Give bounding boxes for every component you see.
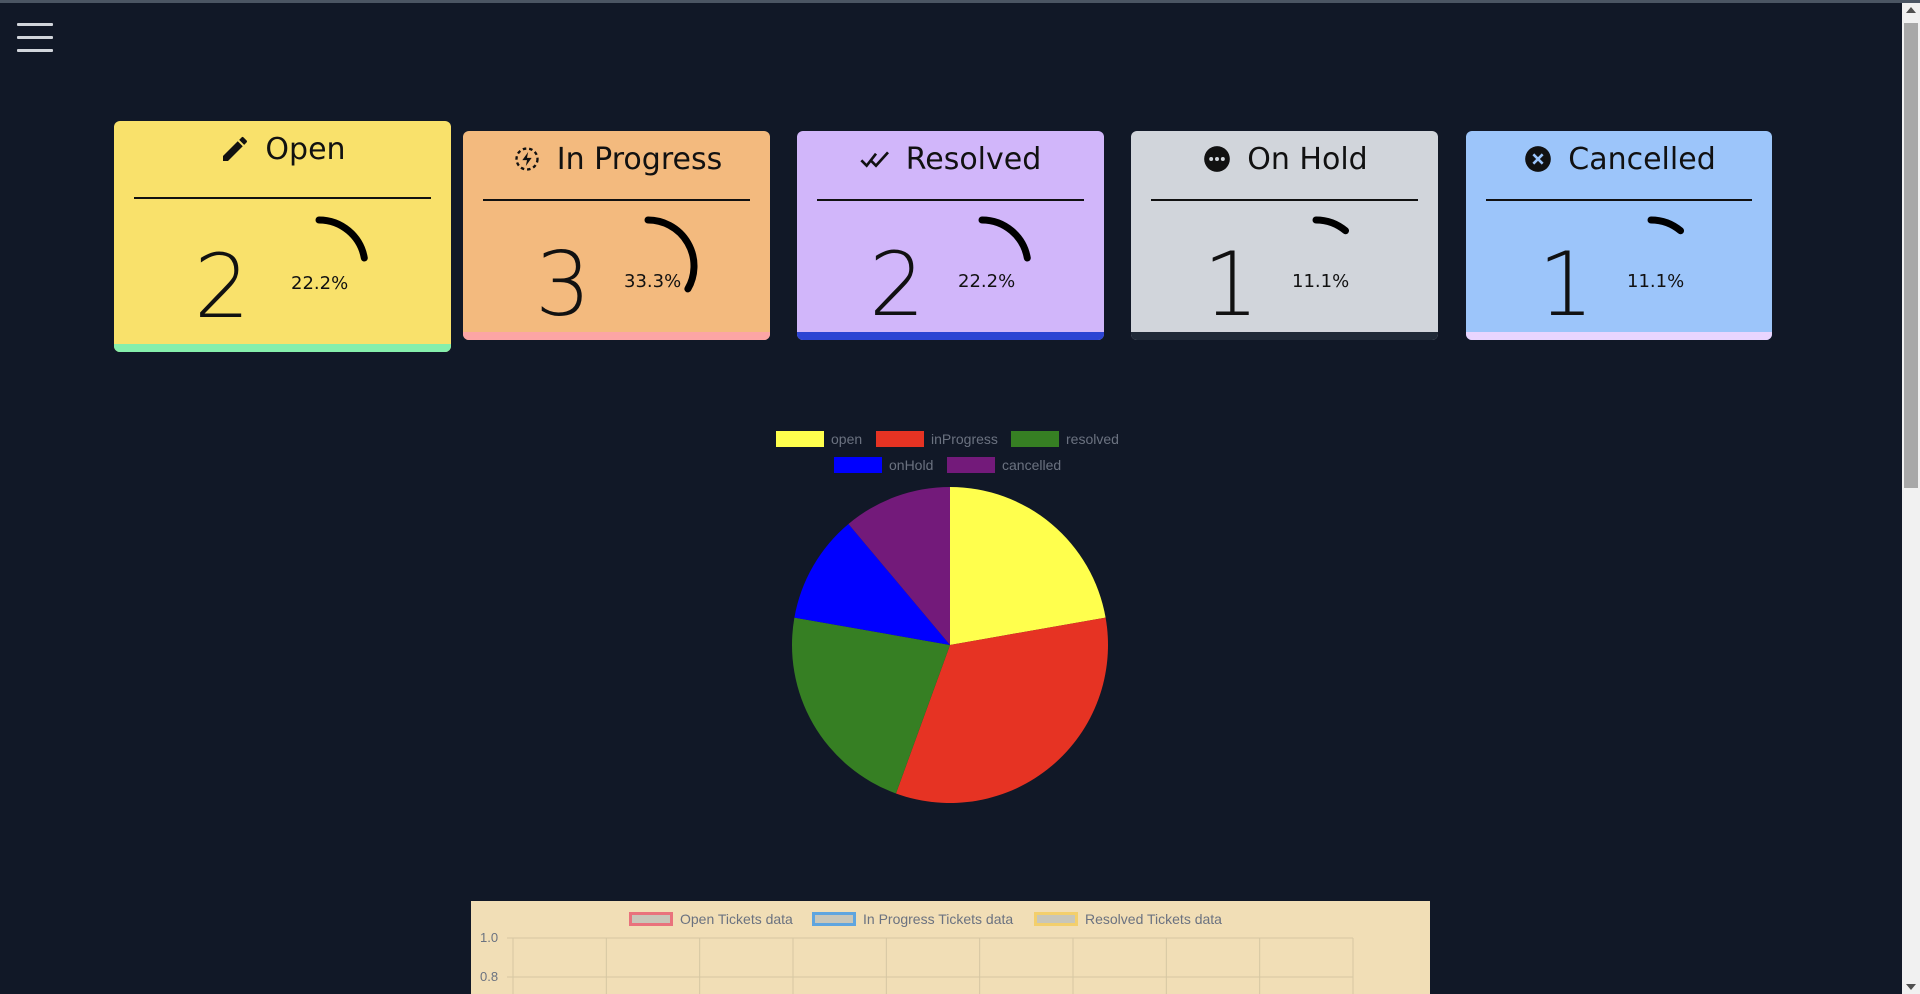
status-pie-chart [792,487,1108,803]
scroll-down-arrow-icon[interactable] [1906,984,1916,990]
legend-swatch [876,431,924,447]
pie-legend-open[interactable]: open [776,431,862,447]
legend-swatch [776,431,824,447]
scroll-up-arrow-icon[interactable] [1906,7,1916,13]
tickets-line-chart: Open Tickets data In Progress Tickets da… [471,901,1430,994]
chart-grid [507,937,1354,994]
pie-legend-resolved[interactable]: resolved [1011,431,1119,447]
pie-slice-open[interactable] [950,487,1106,645]
legend-swatch [1011,431,1059,447]
legend-label: cancelled [1002,457,1062,473]
scrollbar-thumb[interactable] [1904,23,1918,488]
page-scrollbar[interactable] [1902,3,1920,994]
legend-label: open [831,431,863,447]
pie-legend-inProgress[interactable]: inProgress [876,431,998,447]
legend-label: inProgress [931,431,998,447]
legend-swatch [947,457,995,473]
legend-swatch [834,457,882,473]
legend-label: onHold [889,457,934,473]
pie-legend-cancelled[interactable]: cancelled [947,457,1061,473]
pie-legend-onHold[interactable]: onHold [834,457,933,473]
legend-label: resolved [1066,431,1119,447]
